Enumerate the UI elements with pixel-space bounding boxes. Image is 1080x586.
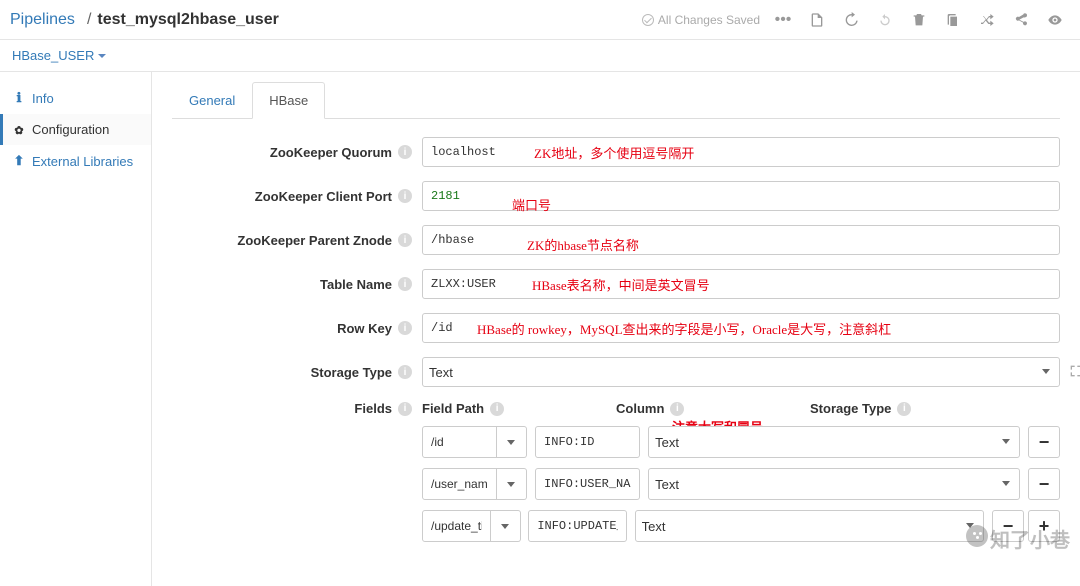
- select-storage[interactable]: Text: [422, 357, 1060, 387]
- field-path-input[interactable]: [422, 426, 497, 458]
- help-icon[interactable]: i: [398, 277, 412, 291]
- label-zk-port: ZooKeeper Client Porti: [172, 189, 422, 204]
- storage-select[interactable]: Text: [635, 510, 985, 542]
- label-rowkey: Row Keyi: [172, 321, 422, 336]
- refresh-icon[interactable]: [870, 5, 900, 35]
- expand-icon[interactable]: [1068, 363, 1080, 379]
- label-storage: Storage Typei: [172, 365, 422, 380]
- field-path-input[interactable]: [422, 510, 491, 542]
- save-status: All Changes Saved: [642, 13, 760, 27]
- help-icon[interactable]: i: [398, 233, 412, 247]
- help-icon[interactable]: i: [398, 365, 412, 379]
- sidebar-item-info[interactable]: Info: [0, 82, 151, 114]
- info-icon: [12, 90, 26, 106]
- copy-icon[interactable]: [938, 5, 968, 35]
- col-field-path: Field Pathi: [422, 401, 602, 416]
- help-icon[interactable]: i: [398, 321, 412, 335]
- col-column: Columni 注意大写和冒号: [616, 401, 796, 416]
- input-zk-quorum[interactable]: [422, 137, 1060, 167]
- help-icon[interactable]: i: [897, 402, 911, 416]
- header-bar: Pipelines / test_mysql2hbase_user All Ch…: [0, 0, 1080, 40]
- sidebar-item-external-libraries[interactable]: External Libraries: [0, 145, 151, 177]
- gear-icon: [12, 122, 26, 137]
- main-panel: General HBase ZooKeeper Quorumi ZK地址，多个使…: [152, 72, 1080, 586]
- preview-icon[interactable]: [1040, 5, 1070, 35]
- breadcrumb-sep: /: [87, 11, 91, 29]
- more-icon[interactable]: •••: [768, 5, 798, 35]
- label-table: Table Namei: [172, 277, 422, 292]
- watermark: 知了小巷: [966, 524, 1070, 553]
- shuffle-icon[interactable]: [972, 5, 1002, 35]
- storage-select[interactable]: Text: [648, 468, 1020, 500]
- input-zk-parent[interactable]: [422, 225, 1060, 255]
- field-path-input[interactable]: [422, 468, 497, 500]
- breadcrumb-title: test_mysql2hbase_user: [97, 11, 278, 29]
- dropdown-button[interactable]: [497, 426, 527, 458]
- help-icon[interactable]: i: [670, 402, 684, 416]
- column-input[interactable]: [535, 426, 640, 458]
- column-input[interactable]: [528, 510, 627, 542]
- chevron-down-icon: [98, 54, 106, 58]
- col-storage: Storage Typei: [810, 401, 970, 416]
- label-zk-quorum: ZooKeeper Quorumi: [172, 145, 422, 160]
- input-rowkey[interactable]: [422, 313, 1060, 343]
- share-icon[interactable]: [1006, 5, 1036, 35]
- tab-hbase[interactable]: HBase: [252, 82, 325, 119]
- upload-icon: [12, 153, 26, 169]
- input-zk-port[interactable]: [422, 181, 1060, 211]
- sidebar-item-configuration[interactable]: Configuration: [0, 114, 151, 145]
- help-icon[interactable]: i: [398, 145, 412, 159]
- new-file-icon[interactable]: [802, 5, 832, 35]
- dropdown-button[interactable]: [497, 468, 527, 500]
- remove-row-button[interactable]: −: [1028, 426, 1060, 458]
- help-icon[interactable]: i: [398, 189, 412, 203]
- breadcrumb-pipelines[interactable]: Pipelines: [10, 11, 75, 29]
- trash-icon[interactable]: [904, 5, 934, 35]
- help-icon[interactable]: i: [398, 402, 412, 416]
- storage-select[interactable]: Text: [648, 426, 1020, 458]
- table-row: Text −: [422, 426, 1060, 458]
- table-row: Text − +: [422, 510, 1060, 542]
- remove-row-button[interactable]: −: [1028, 468, 1060, 500]
- stage-selector[interactable]: HBase_USER: [12, 48, 106, 63]
- table-row: Text −: [422, 468, 1060, 500]
- config-tabs: General HBase: [172, 82, 1060, 119]
- label-zk-parent: ZooKeeper Parent Znodei: [172, 233, 422, 248]
- stage-bar: HBase_USER: [0, 40, 1080, 72]
- column-input[interactable]: [535, 468, 640, 500]
- tab-general[interactable]: General: [172, 82, 252, 119]
- sidebar: Info Configuration External Libraries: [0, 72, 152, 586]
- dropdown-button[interactable]: [491, 510, 521, 542]
- label-fields: Fieldsi: [172, 401, 422, 416]
- help-icon[interactable]: i: [490, 402, 504, 416]
- input-table[interactable]: [422, 269, 1060, 299]
- history-icon[interactable]: [836, 5, 866, 35]
